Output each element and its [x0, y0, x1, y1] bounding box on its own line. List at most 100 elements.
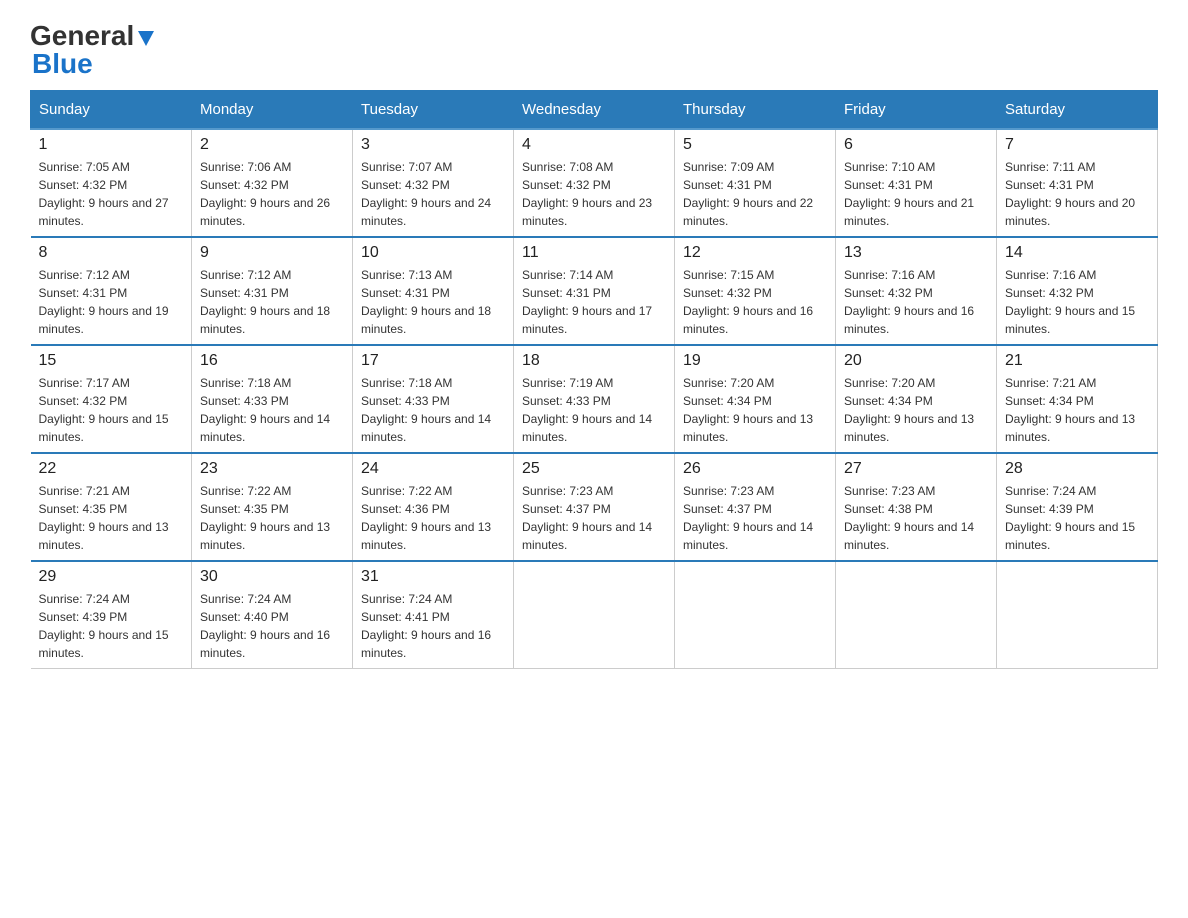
table-row: 15Sunrise: 7:17 AMSunset: 4:32 PMDayligh…: [31, 345, 192, 453]
day-info: Sunrise: 7:24 AMSunset: 4:39 PMDaylight:…: [39, 590, 184, 662]
day-info: Sunrise: 7:23 AMSunset: 4:37 PMDaylight:…: [683, 482, 827, 554]
table-row: 23 Sunrise: 7:22 AMSunset: 4:35 PMDayligh…: [192, 453, 353, 561]
calendar-week-row: 15Sunrise: 7:17 AMSunset: 4:32 PMDayligh…: [31, 345, 1158, 453]
day-number: 15: [39, 352, 184, 370]
day-number: 22: [39, 460, 184, 478]
table-row: 3 Sunrise: 7:07 AMSunset: 4:32 PMDaylight…: [353, 129, 514, 237]
table-row: 27Sunrise: 7:23 AMSunset: 4:38 PMDayligh…: [836, 453, 997, 561]
day-info: Sunrise: 7:08 AMSunset: 4:32 PMDaylight:…: [522, 158, 666, 230]
day-number: 20: [844, 352, 988, 370]
day-info: Sunrise: 7:05 AMSunset: 4:32 PMDaylight:…: [39, 158, 184, 230]
day-number: 25: [522, 460, 666, 478]
page-header: General Blue: [30, 20, 1158, 80]
calendar-header: Sunday Monday Tuesday Wednesday Thursday…: [31, 91, 1158, 130]
day-number: 10: [361, 244, 505, 262]
day-info: Sunrise: 7:18 AMSunset: 4:33 PMDaylight:…: [200, 374, 344, 446]
table-row: 24Sunrise: 7:22 AMSunset: 4:36 PMDayligh…: [353, 453, 514, 561]
day-info: Sunrise: 7:15 AMSunset: 4:32 PMDaylight:…: [683, 266, 827, 338]
header-tuesday: Tuesday: [353, 91, 514, 130]
table-row: 12 Sunrise: 7:15 AMSunset: 4:32 PMDayligh…: [675, 237, 836, 345]
day-info: Sunrise: 7:21 AMSunset: 4:34 PMDaylight:…: [1005, 374, 1149, 446]
header-sunday: Sunday: [31, 91, 192, 130]
calendar-week-row: 22Sunrise: 7:21 AMSunset: 4:35 PMDayligh…: [31, 453, 1158, 561]
day-number: 21: [1005, 352, 1149, 370]
table-row: 22Sunrise: 7:21 AMSunset: 4:35 PMDayligh…: [31, 453, 192, 561]
day-number: 24: [361, 460, 505, 478]
table-row: 25 Sunrise: 7:23 AMSunset: 4:37 PMDayligh…: [514, 453, 675, 561]
header-saturday: Saturday: [997, 91, 1158, 130]
day-info: Sunrise: 7:07 AMSunset: 4:32 PMDaylight:…: [361, 158, 505, 230]
weekday-header-row: Sunday Monday Tuesday Wednesday Thursday…: [31, 91, 1158, 130]
table-row: 17 Sunrise: 7:18 AMSunset: 4:33 PMDayligh…: [353, 345, 514, 453]
day-number: 18: [522, 352, 666, 370]
day-info: Sunrise: 7:12 AMSunset: 4:31 PMDaylight:…: [39, 266, 184, 338]
logo-blue: Blue: [32, 48, 93, 80]
table-row: 20 Sunrise: 7:20 AMSunset: 4:34 PMDayligh…: [836, 345, 997, 453]
day-info: Sunrise: 7:06 AMSunset: 4:32 PMDaylight:…: [200, 158, 344, 230]
table-row: 28 Sunrise: 7:24 AMSunset: 4:39 PMDayligh…: [997, 453, 1158, 561]
day-number: 8: [39, 244, 184, 262]
day-number: 3: [361, 136, 505, 154]
table-row: 1 Sunrise: 7:05 AMSunset: 4:32 PMDaylight…: [31, 129, 192, 237]
table-row: 16Sunrise: 7:18 AMSunset: 4:33 PMDayligh…: [192, 345, 353, 453]
table-row: 30Sunrise: 7:24 AMSunset: 4:40 PMDayligh…: [192, 561, 353, 669]
calendar-week-row: 29 Sunrise: 7:24 AMSunset: 4:39 PMDayligh…: [31, 561, 1158, 669]
day-info: Sunrise: 7:16 AMSunset: 4:32 PMDaylight:…: [1005, 266, 1149, 338]
table-row: 18 Sunrise: 7:19 AMSunset: 4:33 PMDayligh…: [514, 345, 675, 453]
table-row: 4 Sunrise: 7:08 AMSunset: 4:32 PMDaylight…: [514, 129, 675, 237]
day-number: 28: [1005, 460, 1149, 478]
day-info: Sunrise: 7:14 AMSunset: 4:31 PMDaylight:…: [522, 266, 666, 338]
day-info: Sunrise: 7:20 AMSunset: 4:34 PMDaylight:…: [844, 374, 988, 446]
day-info: Sunrise: 7:19 AMSunset: 4:33 PMDaylight:…: [522, 374, 666, 446]
calendar-table: Sunday Monday Tuesday Wednesday Thursday…: [30, 90, 1158, 669]
table-row: [997, 561, 1158, 669]
day-number: 19: [683, 352, 827, 370]
day-info: Sunrise: 7:12 AMSunset: 4:31 PMDaylight:…: [200, 266, 344, 338]
header-thursday: Thursday: [675, 91, 836, 130]
table-row: 7 Sunrise: 7:11 AMSunset: 4:31 PMDaylight…: [997, 129, 1158, 237]
day-number: 2: [200, 136, 344, 154]
day-number: 23: [200, 460, 344, 478]
day-number: 17: [361, 352, 505, 370]
day-info: Sunrise: 7:20 AMSunset: 4:34 PMDaylight:…: [683, 374, 827, 446]
day-info: Sunrise: 7:09 AMSunset: 4:31 PMDaylight:…: [683, 158, 827, 230]
day-number: 1: [39, 136, 184, 154]
table-row: 11 Sunrise: 7:14 AMSunset: 4:31 PMDayligh…: [514, 237, 675, 345]
table-row: [514, 561, 675, 669]
table-row: 5 Sunrise: 7:09 AMSunset: 4:31 PMDaylight…: [675, 129, 836, 237]
day-number: 14: [1005, 244, 1149, 262]
day-info: Sunrise: 7:10 AMSunset: 4:31 PMDaylight:…: [844, 158, 988, 230]
table-row: 8 Sunrise: 7:12 AMSunset: 4:31 PMDaylight…: [31, 237, 192, 345]
day-info: Sunrise: 7:22 AMSunset: 4:35 PMDaylight:…: [200, 482, 344, 554]
day-number: 26: [683, 460, 827, 478]
table-row: 2 Sunrise: 7:06 AMSunset: 4:32 PMDaylight…: [192, 129, 353, 237]
table-row: 31 Sunrise: 7:24 AMSunset: 4:41 PMDayligh…: [353, 561, 514, 669]
table-row: [675, 561, 836, 669]
table-row: 19 Sunrise: 7:20 AMSunset: 4:34 PMDayligh…: [675, 345, 836, 453]
day-number: 12: [683, 244, 827, 262]
day-info: Sunrise: 7:13 AMSunset: 4:31 PMDaylight:…: [361, 266, 505, 338]
calendar-body: 1 Sunrise: 7:05 AMSunset: 4:32 PMDaylight…: [31, 129, 1158, 669]
day-number: 4: [522, 136, 666, 154]
day-number: 6: [844, 136, 988, 154]
day-number: 30: [200, 568, 344, 586]
table-row: 9 Sunrise: 7:12 AMSunset: 4:31 PMDaylight…: [192, 237, 353, 345]
day-info: Sunrise: 7:24 AMSunset: 4:39 PMDaylight:…: [1005, 482, 1149, 554]
logo: General Blue: [30, 20, 157, 80]
day-number: 31: [361, 568, 505, 586]
header-friday: Friday: [836, 91, 997, 130]
day-info: Sunrise: 7:18 AMSunset: 4:33 PMDaylight:…: [361, 374, 505, 446]
header-wednesday: Wednesday: [514, 91, 675, 130]
day-info: Sunrise: 7:24 AMSunset: 4:41 PMDaylight:…: [361, 590, 505, 662]
table-row: 10 Sunrise: 7:13 AMSunset: 4:31 PMDayligh…: [353, 237, 514, 345]
table-row: 21 Sunrise: 7:21 AMSunset: 4:34 PMDayligh…: [997, 345, 1158, 453]
day-number: 5: [683, 136, 827, 154]
header-monday: Monday: [192, 91, 353, 130]
day-number: 11: [522, 244, 666, 262]
day-info: Sunrise: 7:23 AMSunset: 4:37 PMDaylight:…: [522, 482, 666, 554]
day-number: 7: [1005, 136, 1149, 154]
day-number: 9: [200, 244, 344, 262]
day-number: 29: [39, 568, 184, 586]
day-info: Sunrise: 7:11 AMSunset: 4:31 PMDaylight:…: [1005, 158, 1149, 230]
table-row: [836, 561, 997, 669]
